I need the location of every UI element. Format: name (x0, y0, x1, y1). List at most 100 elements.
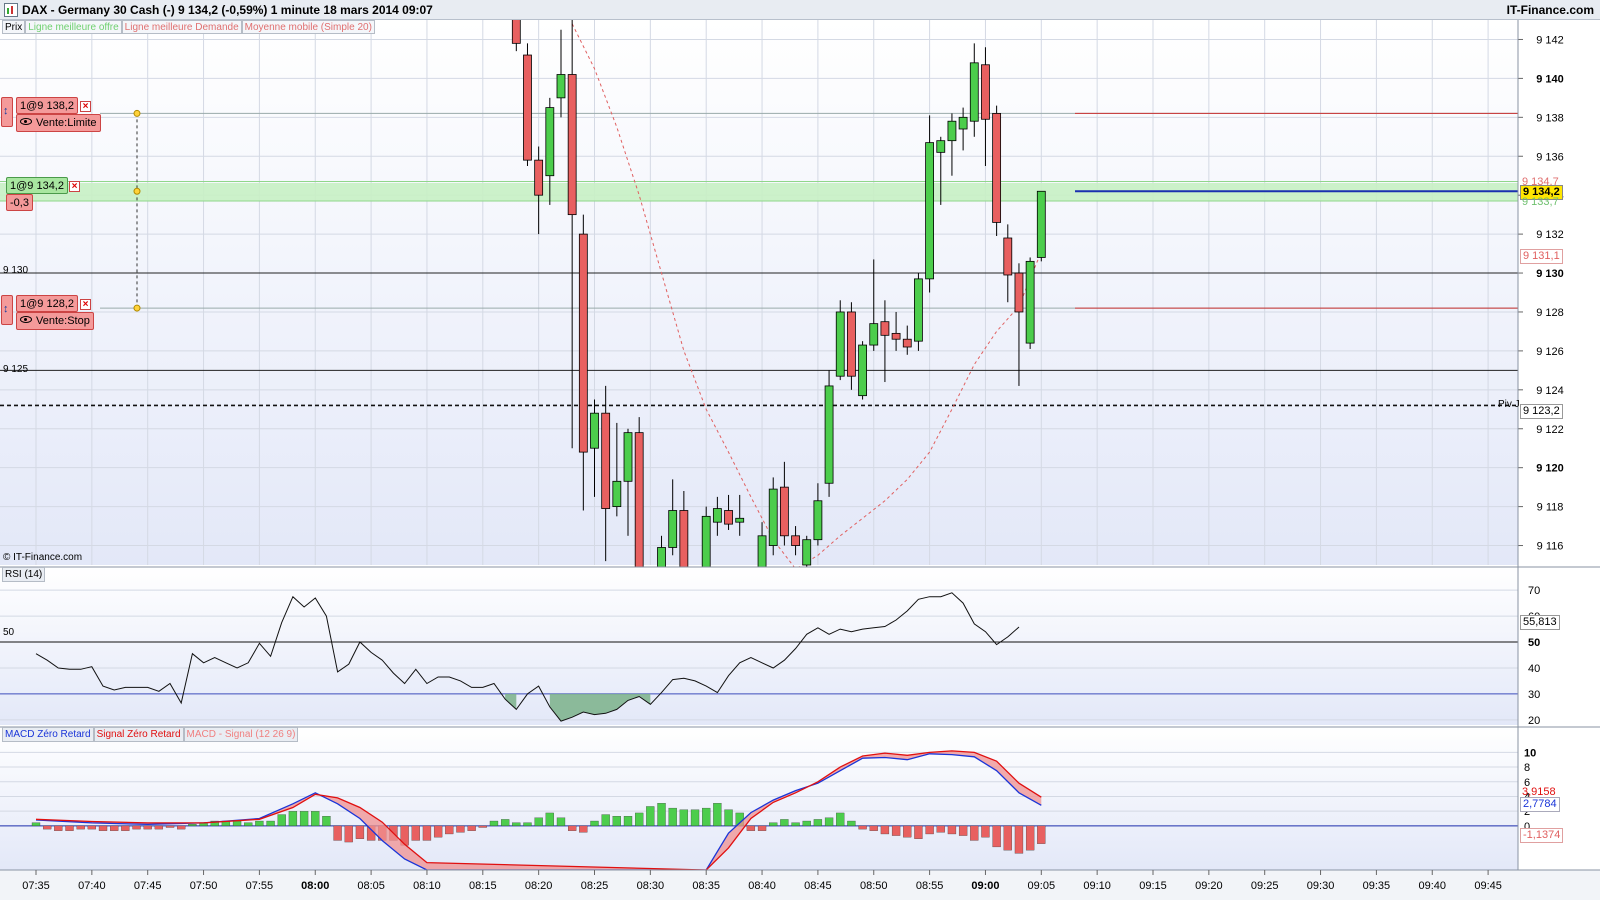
macd-hist-bar (65, 825, 74, 831)
macd-hist-bar (266, 820, 275, 827)
ma-price-tag: 9 131,1 (1520, 249, 1563, 264)
candle-body (835, 311, 845, 377)
trading-chart[interactable]: 9 116 9 118 9 120 9 122 9 124 9 126 9 128 9 130… (0, 20, 1600, 900)
price-tick-label: 9 118 (1537, 502, 1564, 514)
price-axis: 9 116 9 118 9 120 9 122 9 124 9 126 9 128 9 130… (1518, 34, 1564, 553)
macd-hist-bar (87, 825, 96, 830)
macd-hist-bar (925, 825, 934, 835)
macd-panel[interactable]: 0246810 (0, 726, 1600, 871)
macd-hist-bar (344, 825, 353, 843)
macd-hist-bar (255, 820, 264, 827)
time-tick-label: 09:05 (1028, 880, 1056, 892)
limit-order-price[interactable]: 1@9 138,2 (16, 97, 78, 114)
legend-best-demand[interactable]: Ligne meilleure Demande (121, 20, 242, 34)
macd-hist-bar (724, 809, 733, 827)
position-price[interactable]: 1@9 134,2 (6, 177, 68, 194)
macd-hist-bar (981, 825, 990, 838)
legend-moving-average[interactable]: Moyenne mobile (Simple 20) (241, 20, 375, 34)
candle (824, 370, 834, 497)
candle-body (768, 488, 778, 546)
candle-body (936, 140, 946, 153)
candle-body (623, 432, 633, 482)
limit-order-drag-handle[interactable] (1, 97, 13, 127)
time-tick-label: 08:45 (804, 880, 832, 892)
limit-order-type[interactable]: Vente:Limite (16, 114, 101, 132)
rsi-tick-label: 20 (1528, 715, 1540, 727)
macd-hist-bar (936, 825, 945, 833)
time-tick-label: 07:40 (78, 880, 106, 892)
legend-bar: Prix Ligne meilleure offre Ligne meilleu… (2, 20, 375, 34)
legend-price[interactable]: Prix (2, 20, 26, 34)
candle-body (668, 510, 678, 548)
price-panel[interactable]: 9 116 9 118 9 120 9 122 9 124 9 126 9 128 9 130… (0, 20, 1564, 624)
candle-body (969, 62, 979, 122)
macd-hist-bar (623, 816, 633, 827)
title-bar: DAX - Germany 30 Cash (-) 9 134,2 (-0,59… (0, 0, 1600, 20)
macd-hist-bar (500, 819, 510, 827)
macd-hist-bar (411, 825, 420, 841)
candle-body (958, 116, 968, 130)
position-close-icon[interactable]: × (69, 181, 80, 192)
stop-order-price[interactable]: 1@9 128,2 (16, 295, 78, 312)
macd-hist-bar (244, 822, 253, 827)
macd-hist-bar (534, 817, 543, 827)
chart-app-icon (4, 3, 18, 17)
price-tick-label: 9 120 (1536, 463, 1564, 475)
macd-hist-bar (746, 825, 756, 831)
macd-hist-bar (299, 811, 309, 827)
macd-hist-bar (1025, 825, 1035, 851)
macd-hist-bar (232, 820, 242, 827)
candle-body (724, 510, 733, 525)
candle-body (511, 20, 521, 44)
limit-order-close-icon[interactable]: × (80, 101, 91, 112)
macd-hist-bar (110, 825, 119, 831)
macd-hist-bar (322, 816, 331, 827)
macd-hist-label[interactable]: MACD - Signal (12 26 9) (183, 727, 299, 742)
order-anchor-dot (133, 187, 141, 195)
price-tick-label: 9 116 (1537, 541, 1564, 553)
macd-tick-label: 10 (1524, 747, 1536, 759)
time-tick-label: 08:00 (301, 880, 329, 892)
stop-order-type[interactable]: Vente:Stop (16, 312, 94, 330)
legend-best-offer[interactable]: Ligne meilleure offre (25, 20, 122, 34)
level-label-9125: 9 125 (3, 364, 29, 375)
stop-order-close-icon[interactable]: × (80, 299, 91, 310)
macd-hist-bar (489, 820, 499, 827)
macd-hist-bar (76, 825, 85, 830)
macd-hist-bar (668, 807, 677, 827)
macd-hist-bar (98, 825, 108, 831)
macd-hist-bar (635, 812, 644, 827)
macd-hist-bar (188, 824, 197, 827)
macd-hist-bar (433, 825, 443, 838)
macd-hist-bar (769, 822, 778, 827)
macd-hist-bar (813, 819, 823, 827)
time-tick-label: 09:30 (1307, 880, 1335, 892)
macd-hist-bar (422, 825, 432, 841)
candle-body (578, 233, 588, 453)
macd-hist-bar (132, 825, 141, 830)
macd-hist-bar (165, 825, 175, 828)
candle (523, 43, 532, 166)
macd-hist-bar (1003, 825, 1012, 851)
rsi-title[interactable]: RSI (14) (2, 567, 46, 582)
macd-tick-label: 8 (1524, 762, 1530, 774)
eye-icon[interactable] (20, 316, 32, 323)
rsi-panel[interactable]: 203040506070 (0, 566, 1600, 727)
signal-label[interactable]: Signal Zéro Retard (93, 727, 184, 742)
macd-hist-bar (512, 822, 521, 827)
rsi-value-tag: 55,813 (1520, 615, 1560, 630)
macd-label[interactable]: MACD Zéro Retard (2, 727, 94, 742)
macd-hist-bar (880, 825, 890, 835)
time-tick-label: 08:25 (581, 880, 609, 892)
eye-icon[interactable] (20, 118, 32, 125)
time-tick-label: 08:35 (692, 880, 720, 892)
watermark: © IT-Finance.com (3, 552, 83, 563)
stop-order-drag-handle[interactable] (1, 295, 13, 325)
price-tick-label: 9 122 (1536, 424, 1564, 436)
time-tick-label: 07:35 (22, 880, 50, 892)
price-tick-label: 9 124 (1536, 385, 1564, 397)
candle-body (981, 64, 990, 120)
macd-hist-bar (679, 809, 689, 827)
candle (858, 341, 867, 400)
candle-body (735, 517, 745, 523)
